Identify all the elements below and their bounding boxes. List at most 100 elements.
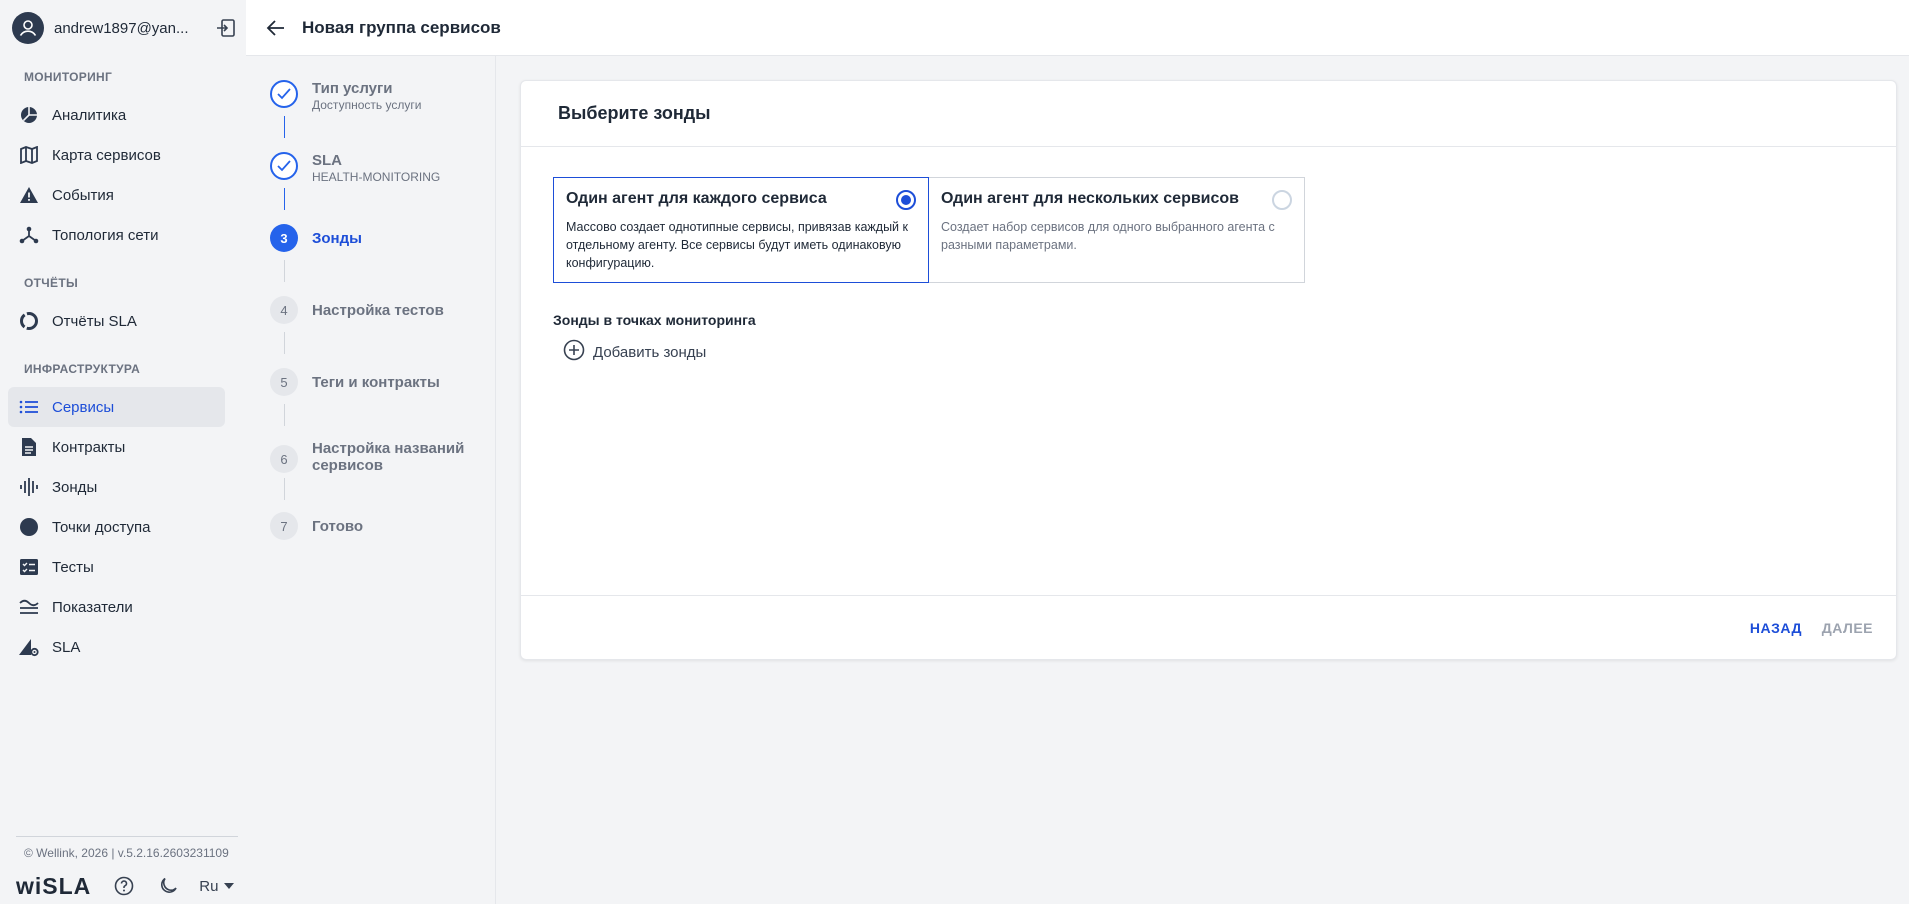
wisla-logo: wiSLA: [16, 873, 91, 900]
step-number: 7: [270, 512, 298, 540]
wizard-stepper: Тип услуги Доступность услуги SLA HEALTH…: [246, 56, 496, 904]
radio-button-selected[interactable]: [896, 190, 916, 210]
add-zones-button[interactable]: Добавить зонды: [563, 339, 706, 366]
step-title: SLA: [312, 152, 342, 169]
user-avatar-icon: [12, 12, 44, 44]
sidebar-item-contracts[interactable]: Контракты: [8, 427, 225, 467]
page-title: Новая группа сервисов: [302, 17, 501, 37]
dark-mode-icon[interactable]: [157, 875, 179, 897]
sidebar-item-sla-reports[interactable]: Отчёты SLA: [8, 301, 225, 341]
sidebar-item-label: Отчёты SLA: [52, 312, 137, 330]
add-zones-label: Добавить зонды: [593, 344, 707, 361]
sidebar-item-events[interactable]: События: [8, 175, 225, 215]
map-icon: [18, 144, 40, 166]
step-probes[interactable]: 3 Зонды: [270, 224, 362, 252]
user-email: andrew1897@yan...: [54, 19, 189, 37]
section-title-monitoring: МОНИТОРИНГ: [24, 70, 113, 84]
zones-section-label: Зонды в точках мониторинга: [553, 312, 756, 328]
circle-icon: [18, 516, 40, 538]
probes-card: Выберите зонды Один агент для каждого се…: [520, 80, 1897, 660]
sidebar-item-label: Сервисы: [52, 398, 115, 416]
step-subtitle: HEALTH-MONITORING: [312, 170, 441, 184]
option-description: Массово создает однотипные сервисы, прив…: [566, 220, 908, 270]
sla-gear-icon: [18, 636, 40, 658]
language-select[interactable]: Ru: [199, 877, 235, 895]
warning-icon: [18, 184, 40, 206]
option-description: Создает набор сервисов для одного выбран…: [941, 220, 1275, 252]
section-title-infrastructure: ИНФРАСТРУКТУРА: [24, 362, 141, 376]
sidebar-item-label: Тесты: [52, 558, 94, 576]
card-header: Выберите зонды: [521, 81, 1896, 147]
sidebar-item-label: Точки доступа: [52, 518, 151, 536]
sidebar: andrew1897@yan... МОНИТОРИНГ Аналитика К…: [0, 0, 246, 904]
sidebar-item-label: Аналитика: [52, 106, 127, 124]
list-icon: [18, 396, 40, 418]
step-tags-contracts[interactable]: 5 Теги и контракты: [270, 368, 440, 396]
page-header: Новая группа сервисов: [246, 0, 1909, 56]
sidebar-item-metrics[interactable]: Показатели: [8, 587, 225, 627]
agent-mode-options: Один агент для каждого сервиса Массово с…: [553, 177, 1305, 283]
step-test-settings[interactable]: 4 Настройка тестов: [270, 296, 444, 324]
plus-circle-icon: [563, 339, 585, 366]
step-number: 4: [270, 296, 298, 324]
next-button[interactable]: ДАЛЕЕ: [1822, 620, 1873, 636]
sidebar-item-access-points[interactable]: Точки доступа: [8, 507, 225, 547]
sidebar-item-label: События: [52, 186, 114, 204]
option-title: Один агент для нескольких сервисов: [941, 190, 1240, 207]
pie-chart-icon: [18, 104, 40, 126]
document-icon: [18, 436, 40, 458]
sidebar-item-label: SLA: [52, 638, 81, 656]
language-label: Ru: [199, 877, 219, 895]
sidebar-item-sla[interactable]: SLA: [8, 627, 225, 667]
step-connector: [284, 404, 285, 426]
step-title: Настройка тестов: [312, 302, 444, 319]
step-connector: [284, 260, 285, 282]
step-title: Теги и контракты: [312, 374, 440, 391]
step-title: Настройка названий сервисов: [312, 440, 465, 474]
step-connector: [284, 188, 285, 210]
check-icon: [270, 152, 298, 180]
step-number: 5: [270, 368, 298, 396]
step-connector: [284, 116, 285, 138]
sidebar-item-label: Карта сервисов: [52, 146, 161, 164]
back-button[interactable]: НАЗАД: [1750, 620, 1802, 636]
sidebar-divider: [16, 836, 238, 837]
sidebar-item-probes[interactable]: Зонды: [8, 467, 225, 507]
step-connector: [284, 478, 285, 500]
checklist-icon: [18, 556, 40, 578]
sidebar-item-label: Показатели: [52, 598, 133, 616]
card-footer: НАЗАД ДАЛЕЕ: [521, 595, 1896, 661]
sidebar-bottom-bar: wiSLA Ru: [16, 872, 235, 900]
option-one-agent-multiple-services[interactable]: Один агент для нескольких сервисов Созда…: [929, 177, 1305, 283]
step-title: Тип услуги: [312, 80, 393, 97]
ring-chart-icon: [18, 310, 40, 332]
topology-icon: [18, 224, 40, 246]
section-title-reports: ОТЧЁТЫ: [24, 276, 79, 290]
sidebar-item-label: Зонды: [52, 478, 98, 496]
lines-icon: [18, 596, 40, 618]
chevron-down-icon: [224, 883, 235, 889]
sidebar-item-tests[interactable]: Тесты: [8, 547, 225, 587]
sidebar-item-analytics[interactable]: Аналитика: [8, 95, 225, 135]
option-one-agent-per-service[interactable]: Один агент для каждого сервиса Массово с…: [553, 177, 929, 283]
step-service-type[interactable]: Тип услуги Доступность услуги: [270, 80, 421, 112]
step-service-names[interactable]: 6 Настройка названий сервисов: [270, 440, 472, 474]
radio-button[interactable]: [1272, 190, 1292, 210]
logo-text: wiSLA: [16, 872, 92, 899]
sidebar-item-topology[interactable]: Топология сети: [8, 215, 225, 255]
step-sla[interactable]: SLA HEALTH-MONITORING: [270, 152, 440, 184]
step-connector: [284, 332, 285, 354]
step-title: Готово: [312, 518, 364, 535]
copyright: © Wellink, 2026 | v.5.2.16.2603231109: [24, 846, 229, 860]
sidebar-item-label: Контракты: [52, 438, 126, 456]
sidebar-item-service-map[interactable]: Карта сервисов: [8, 135, 225, 175]
step-number: 6: [270, 445, 298, 473]
logout-icon[interactable]: [216, 18, 236, 38]
step-done[interactable]: 7 Готово: [270, 512, 363, 540]
help-icon[interactable]: [113, 875, 135, 897]
signal-bars-icon: [18, 476, 40, 498]
step-number: 3: [270, 224, 298, 252]
sidebar-item-services[interactable]: Сервисы: [8, 387, 225, 427]
back-arrow-icon[interactable]: [264, 16, 288, 40]
user-profile[interactable]: andrew1897@yan...: [12, 12, 236, 44]
